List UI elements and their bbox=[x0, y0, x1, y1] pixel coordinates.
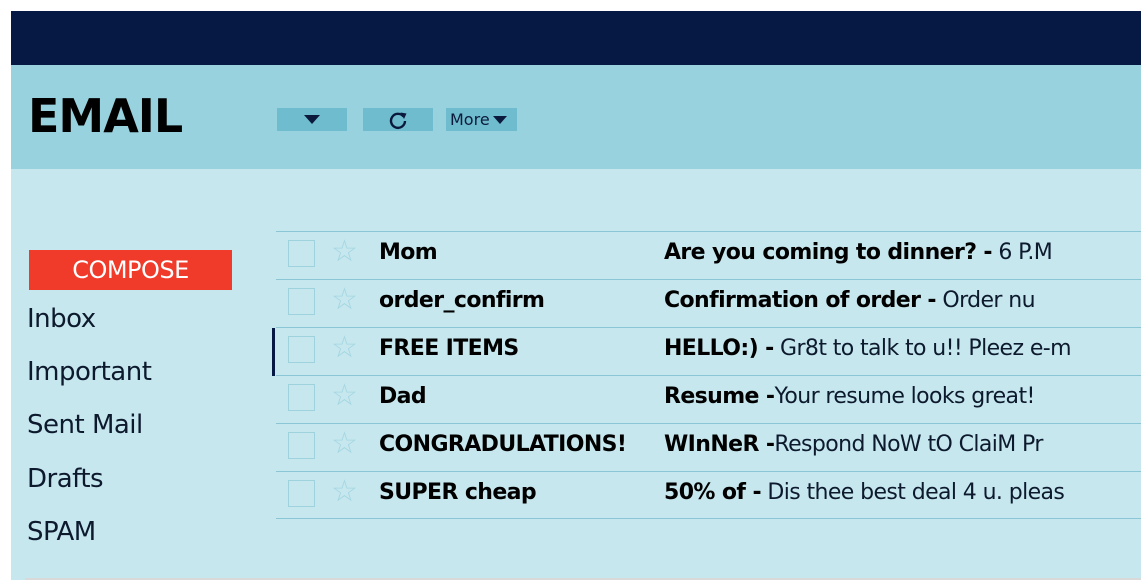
row-checkbox[interactable] bbox=[288, 288, 315, 315]
email-sender: Mom bbox=[379, 240, 438, 265]
top-bar bbox=[11, 11, 1141, 65]
email-sender: CONGRADULATIONS! bbox=[379, 432, 627, 457]
bottom-divider bbox=[25, 578, 1141, 580]
more-label: More bbox=[450, 110, 490, 129]
email-message: Resume -Your resume looks great! bbox=[664, 384, 1141, 409]
star-icon[interactable]: ☆ bbox=[331, 331, 358, 365]
email-message: 50% of - Dis thee best deal 4 u. pleas bbox=[664, 480, 1141, 505]
refresh-button[interactable] bbox=[363, 108, 433, 131]
email-snippet: Your resume looks great! bbox=[774, 384, 1035, 409]
email-snippet: Dis thee best deal 4 u. pleas bbox=[761, 480, 1065, 505]
more-button[interactable]: More bbox=[446, 108, 517, 131]
email-subject: Are you coming to dinner? - bbox=[664, 240, 993, 265]
email-subject: Resume - bbox=[664, 384, 775, 409]
email-sender: FREE ITEMS bbox=[379, 336, 519, 361]
email-snippet: Gr8t to talk to u!! Pleez e-m bbox=[773, 336, 1072, 361]
email-row[interactable]: ☆ SUPER cheap 50% of - Dis thee best dea… bbox=[276, 471, 1141, 519]
email-row[interactable]: ☆ order_confirm Confirmation of order - … bbox=[276, 279, 1141, 327]
email-sender: SUPER cheap bbox=[379, 480, 537, 505]
sidebar-item-important[interactable]: Important bbox=[27, 357, 152, 387]
email-message: WInNeR -Respond NoW tO ClaiM Pr bbox=[664, 432, 1141, 457]
email-message: Confirmation of order - Order nu bbox=[664, 288, 1141, 313]
email-snippet: 6 P.M bbox=[991, 240, 1053, 265]
sidebar-item-sent-mail[interactable]: Sent Mail bbox=[27, 410, 143, 440]
caret-down-icon bbox=[492, 115, 507, 124]
email-row[interactable]: ☆ Dad Resume -Your resume looks great! bbox=[276, 375, 1141, 423]
row-checkbox[interactable] bbox=[288, 432, 315, 459]
sidebar-item-drafts[interactable]: Drafts bbox=[27, 464, 104, 494]
star-icon[interactable]: ☆ bbox=[331, 379, 358, 413]
email-subject: Confirmation of order - bbox=[664, 288, 937, 313]
star-icon[interactable]: ☆ bbox=[331, 235, 358, 269]
compose-button[interactable]: COMPOSE bbox=[29, 250, 232, 290]
email-subject: 50% of - bbox=[664, 480, 762, 505]
email-sender: order_confirm bbox=[379, 288, 545, 313]
star-icon[interactable]: ☆ bbox=[331, 475, 358, 509]
sidebar-item-inbox[interactable]: Inbox bbox=[27, 304, 96, 334]
email-row[interactable]: ☆ Mom Are you coming to dinner? - 6 P.M bbox=[276, 231, 1141, 279]
email-app-window: EMAIL More COMPOSE Inbox Important Sent … bbox=[11, 11, 1141, 580]
app-title: EMAIL bbox=[28, 89, 183, 143]
email-row[interactable]: ☆ FREE ITEMS HELLO:) - Gr8t to talk to u… bbox=[272, 327, 1141, 376]
header: EMAIL More bbox=[11, 65, 1141, 169]
email-subject: WInNeR - bbox=[664, 432, 775, 457]
email-message: Are you coming to dinner? - 6 P.M bbox=[664, 240, 1141, 265]
row-checkbox[interactable] bbox=[288, 480, 315, 507]
email-sender: Dad bbox=[379, 384, 427, 409]
refresh-icon bbox=[389, 112, 407, 129]
row-checkbox[interactable] bbox=[288, 336, 315, 363]
star-icon[interactable]: ☆ bbox=[331, 283, 358, 317]
row-checkbox[interactable] bbox=[288, 384, 315, 411]
email-snippet: Order nu bbox=[935, 288, 1035, 313]
email-message: HELLO:) - Gr8t to talk to u!! Pleez e-m bbox=[664, 336, 1141, 361]
email-row[interactable]: ☆ CONGRADULATIONS! WInNeR -Respond NoW t… bbox=[276, 423, 1141, 471]
caret-down-icon bbox=[304, 115, 320, 124]
sidebar-item-spam[interactable]: SPAM bbox=[27, 517, 96, 547]
star-icon[interactable]: ☆ bbox=[331, 427, 358, 461]
email-subject: HELLO:) - bbox=[664, 336, 774, 361]
email-list: ☆ Mom Are you coming to dinner? - 6 P.M … bbox=[272, 231, 1141, 519]
row-checkbox[interactable] bbox=[288, 240, 315, 267]
email-snippet: Respond NoW tO ClaiM Pr bbox=[774, 432, 1043, 457]
select-dropdown-button[interactable] bbox=[277, 108, 347, 131]
